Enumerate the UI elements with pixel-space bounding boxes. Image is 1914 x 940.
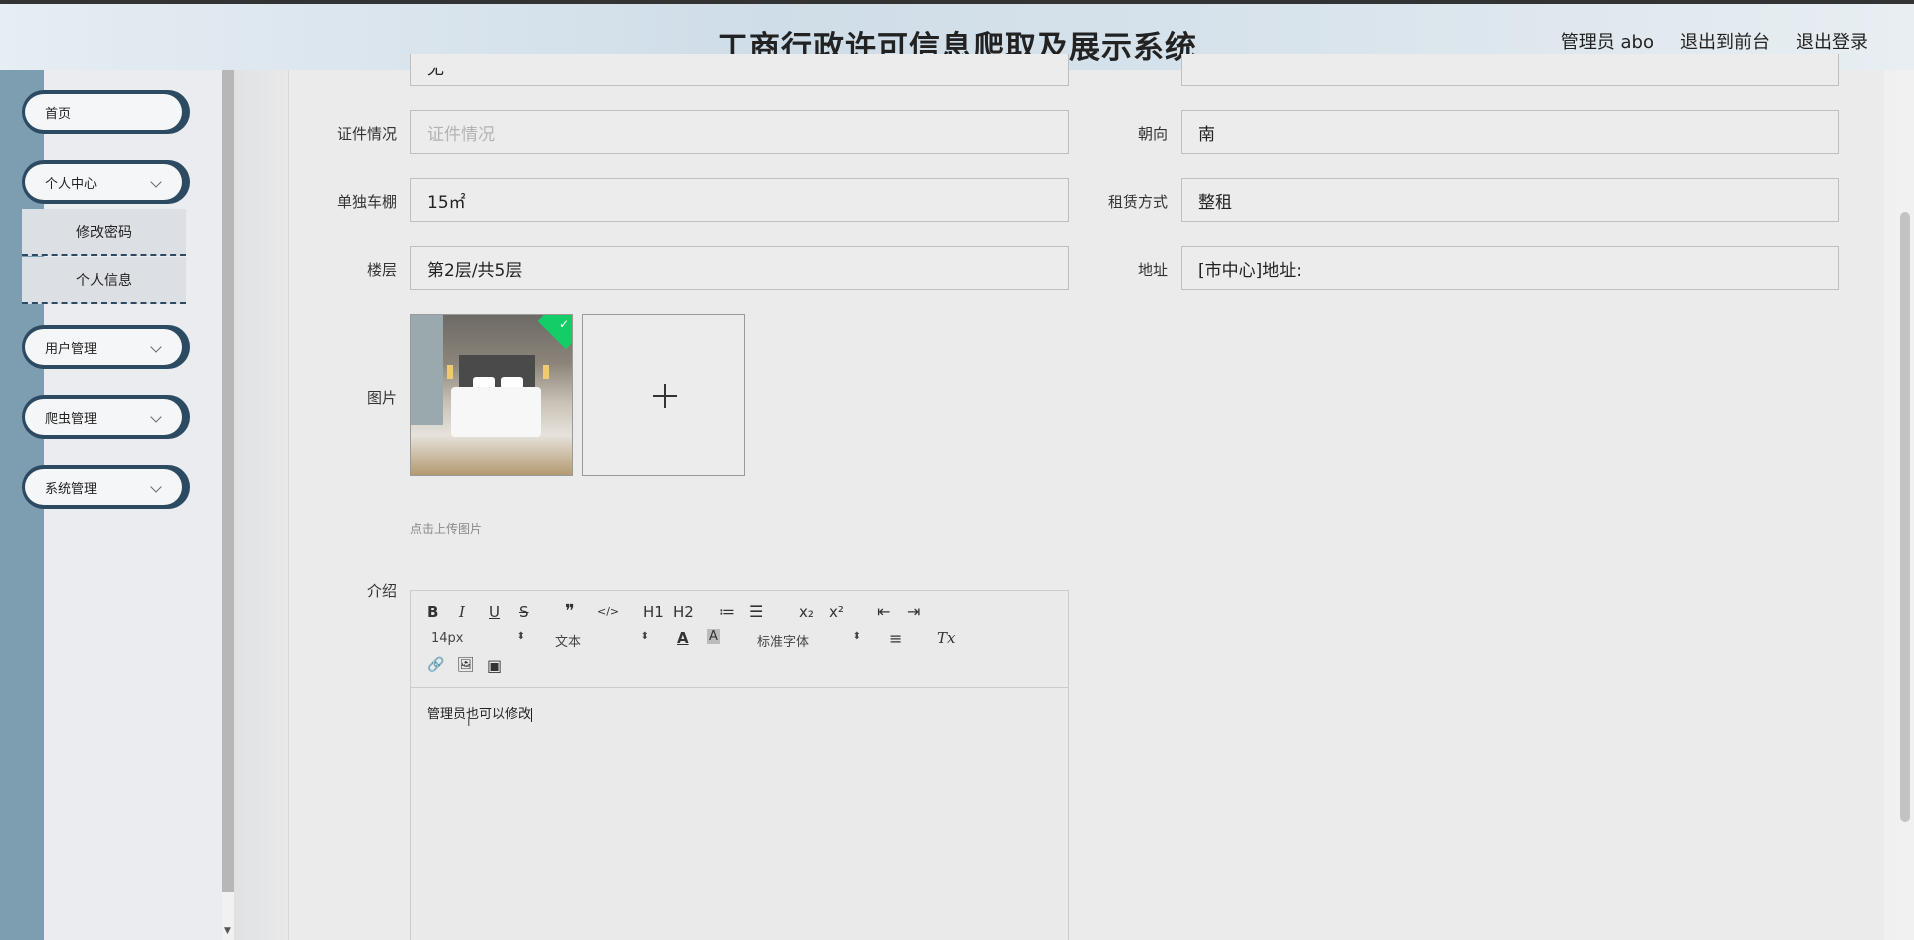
current-user: 管理员 abo	[1560, 32, 1654, 53]
font-size-value: 14px	[431, 631, 464, 646]
sidebar-scrollbar[interactable]: ▼	[222, 70, 234, 940]
sidebar-scrollbar-thumb[interactable]	[222, 70, 234, 892]
video-icon[interactable]: ▣	[487, 656, 502, 675]
subscript-icon[interactable]: x₂	[799, 603, 814, 621]
top-partial-field[interactable]: 无	[410, 54, 1069, 86]
floor-input[interactable]: 第2层/共5层	[410, 246, 1069, 290]
chevron-down-icon	[150, 481, 162, 493]
code-block-icon[interactable]: </>	[597, 605, 619, 618]
select-arrows-icon: ⬍	[640, 631, 649, 642]
editor-toolbar: B I U S ❞ </> H1 H2 ≔ ☰ x₂ x² ⇤ ⇥ 14px ⬍…	[411, 591, 1068, 688]
logout-link[interactable]: 退出登录	[1796, 28, 1868, 54]
back-to-front-link[interactable]: 退出到前台	[1680, 28, 1770, 54]
upload-add-button[interactable]	[582, 314, 745, 476]
select-arrows-icon: ⬍	[852, 631, 861, 642]
sidebar-item-user-management[interactable]: 用户管理	[22, 325, 186, 369]
orientation-label: 朝向	[1137, 125, 1168, 143]
garage-input[interactable]: 15㎡	[410, 178, 1069, 222]
text-color-icon[interactable]: A	[677, 629, 689, 647]
address-input[interactable]: [市中心]地址:	[1181, 246, 1839, 290]
sidebar-subitem-personal-info[interactable]: 个人信息	[22, 257, 186, 304]
ibeam-cursor-icon: I	[467, 715, 471, 729]
superscript-icon[interactable]: x²	[829, 603, 844, 621]
chevron-down-icon	[150, 341, 162, 353]
sidebar-item-personal-center[interactable]: 个人中心	[22, 160, 186, 204]
bold-icon[interactable]: B	[427, 603, 438, 621]
clear-format-icon[interactable]: Tx	[937, 629, 955, 647]
sidebar-item-label: 个人中心	[45, 176, 98, 192]
top-partial-value: 无	[427, 59, 444, 79]
background-color-icon[interactable]: A	[707, 629, 720, 644]
rich-text-editor: B I U S ❞ </> H1 H2 ≔ ☰ x₂ x² ⇤ ⇥ 14px ⬍…	[410, 590, 1069, 940]
orientation-input[interactable]: 南	[1181, 110, 1839, 154]
main-scrollbar-thumb[interactable]	[1900, 212, 1910, 822]
italic-icon[interactable]: I	[459, 603, 465, 621]
align-icon[interactable]: ≡	[889, 629, 902, 648]
strikethrough-icon[interactable]: S	[519, 603, 529, 621]
garage-label: 单独车棚	[336, 193, 397, 211]
sidebar-item-label: 用户管理	[45, 341, 98, 357]
indent-icon[interactable]: ⇥	[907, 602, 920, 621]
sidebar-subitem-change-password[interactable]: 修改密码	[22, 209, 186, 256]
outdent-icon[interactable]: ⇤	[877, 602, 890, 621]
header-select-value: 文本	[555, 635, 582, 650]
editor-content[interactable]: 管理员也可以修改	[427, 703, 533, 722]
font-family-value: 标准字体	[757, 635, 810, 650]
cert-label: 证件情况	[336, 125, 397, 143]
sidebar-item-crawler-management[interactable]: 爬虫管理	[22, 395, 186, 439]
floor-label: 楼层	[366, 261, 397, 279]
chevron-down-icon	[150, 176, 162, 188]
text-caret	[531, 707, 533, 722]
sidebar-item-system-management[interactable]: 系统管理	[22, 465, 186, 509]
address-label: 地址	[1137, 261, 1168, 279]
intro-label: 介绍	[366, 582, 397, 600]
chevron-down-icon	[150, 411, 162, 423]
underline-icon[interactable]: U	[489, 603, 500, 621]
sidebar-item-home[interactable]: 首页	[22, 90, 186, 134]
sidebar-item-label: 首页	[45, 106, 72, 122]
sidebar: 首页 个人中心 修改密码 个人信息 用户管理 爬虫管理 系统管理	[0, 70, 222, 940]
header-select[interactable]: 文本 ⬍	[555, 631, 649, 650]
sidebar-subitem-label: 修改密码	[76, 224, 132, 241]
image-icon[interactable]: 🖼	[457, 657, 475, 673]
sidebar-item-label: 系统管理	[45, 481, 98, 497]
sidebar-subitem-label: 个人信息	[76, 272, 132, 289]
scroll-down-arrow-icon[interactable]: ▼	[224, 926, 231, 936]
select-arrows-icon: ⬍	[516, 631, 525, 642]
link-icon[interactable]: 🔗	[427, 657, 444, 673]
cert-input[interactable]: 证件情况	[410, 110, 1069, 154]
font-size-select[interactable]: 14px ⬍	[431, 631, 525, 646]
image-label: 图片	[366, 389, 397, 407]
main-scrollbar[interactable]	[1896, 70, 1914, 940]
editor-text: 管理员也可以修改	[427, 707, 532, 722]
header-2-icon[interactable]: H2	[673, 603, 694, 621]
sidebar-item-label: 爬虫管理	[45, 411, 98, 427]
header-links: 管理员 abo 退出到前台 退出登录	[1561, 28, 1868, 54]
bullet-list-icon[interactable]: ☰	[749, 602, 763, 621]
header-1-icon[interactable]: H1	[643, 603, 664, 621]
top-partial-field-right[interactable]	[1181, 54, 1839, 86]
blockquote-icon[interactable]: ❞	[565, 601, 575, 622]
check-icon: ✓	[558, 317, 569, 331]
upload-hint: 点击上传图片	[410, 522, 483, 536]
ordered-list-icon[interactable]: ≔	[719, 602, 735, 621]
uploaded-image-thumbnail[interactable]: ✓	[410, 314, 573, 476]
font-family-select[interactable]: 标准字体 ⬍	[757, 631, 861, 650]
rent-type-label: 租赁方式	[1107, 193, 1168, 211]
rent-type-input[interactable]: 整租	[1181, 178, 1839, 222]
